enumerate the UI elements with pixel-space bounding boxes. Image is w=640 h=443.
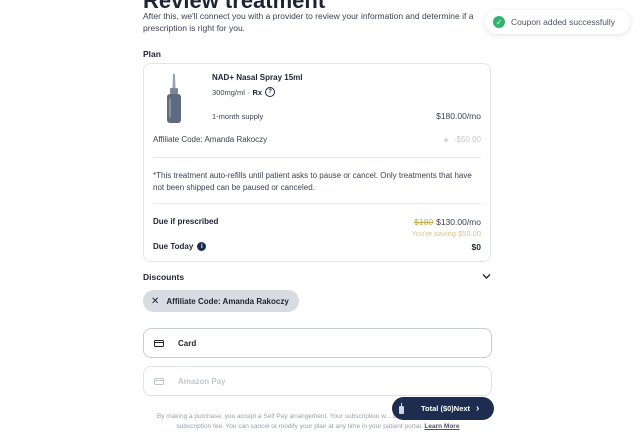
original-price: $180 xyxy=(414,217,434,227)
amazon-pay-label: Amazon Pay xyxy=(178,376,226,386)
product-bottle-image xyxy=(167,74,181,123)
plan-section-label: Plan xyxy=(143,49,161,59)
rx-label: Rx xyxy=(252,87,263,97)
product-dosage: 300mg/ml · xyxy=(212,87,250,97)
plan-card: NAD+ Nasal Spray 15ml 300mg/ml · Rx ? 1-… xyxy=(143,63,491,262)
due-if-prescribed-price: $180 $130.00/mo xyxy=(414,217,481,227)
card-payment-option[interactable]: Card xyxy=(143,328,492,358)
next-button-label: Total ($0)Next xyxy=(421,404,471,413)
affiliate-discount: -$50.00 xyxy=(453,135,481,144)
amazon-pay-icon xyxy=(154,377,164,385)
chevron-down-icon[interactable] xyxy=(482,273,491,280)
due-today-row: Due Today i xyxy=(153,242,207,251)
product-bottle-icon xyxy=(399,403,404,414)
help-icon[interactable]: ? xyxy=(265,87,276,97)
next-button[interactable]: Total ($0)Next › xyxy=(392,397,494,420)
product-price: $180.00/mo xyxy=(436,111,481,121)
supply-label: 1-month supply xyxy=(212,112,264,121)
learn-more-link[interactable]: Learn More xyxy=(424,423,459,430)
info-icon[interactable]: i xyxy=(197,242,207,251)
product-name: NAD+ Nasal Spray 15ml xyxy=(212,73,303,82)
chevron-right-icon: › xyxy=(476,403,480,414)
savings-text: You're saving $50.00 xyxy=(411,229,481,238)
card-label: Card xyxy=(178,338,197,348)
discounted-price: $130.00/mo xyxy=(436,217,481,227)
divider xyxy=(153,157,481,158)
remove-coupon-icon[interactable]: ✕ xyxy=(151,296,159,307)
affiliate-code-label: Affiliate Code: Amanda Rakoczy xyxy=(153,135,268,144)
divider xyxy=(153,203,481,204)
discounts-section-label: Discounts xyxy=(143,272,185,282)
toast-text: Coupon added successfully xyxy=(511,17,615,27)
credit-card-icon xyxy=(154,339,164,347)
intro-text: After this, we'll connect you with a pro… xyxy=(143,11,474,33)
auto-refill-note: *This treatment auto-refills until patie… xyxy=(153,171,472,192)
check-icon: ✓ xyxy=(493,16,505,28)
due-today-value: $0 xyxy=(471,242,481,252)
tag-icon: ◈ xyxy=(443,136,449,144)
toast-notification: ✓ Coupon added successfully xyxy=(485,10,630,34)
amazon-pay-option[interactable]: Amazon Pay xyxy=(143,366,492,396)
chip-label: Affiliate Code: Amanda Rakoczy xyxy=(166,296,289,306)
affiliate-code-chip: ✕ Affiliate Code: Amanda Rakoczy xyxy=(143,290,299,312)
product-dosage-row: 300mg/ml · Rx ? xyxy=(212,87,276,97)
affiliate-discount-row: ◈ -$50.00 xyxy=(443,135,481,144)
due-today-label: Due Today xyxy=(153,242,194,251)
due-if-prescribed-label: Due if prescribed xyxy=(153,217,219,226)
